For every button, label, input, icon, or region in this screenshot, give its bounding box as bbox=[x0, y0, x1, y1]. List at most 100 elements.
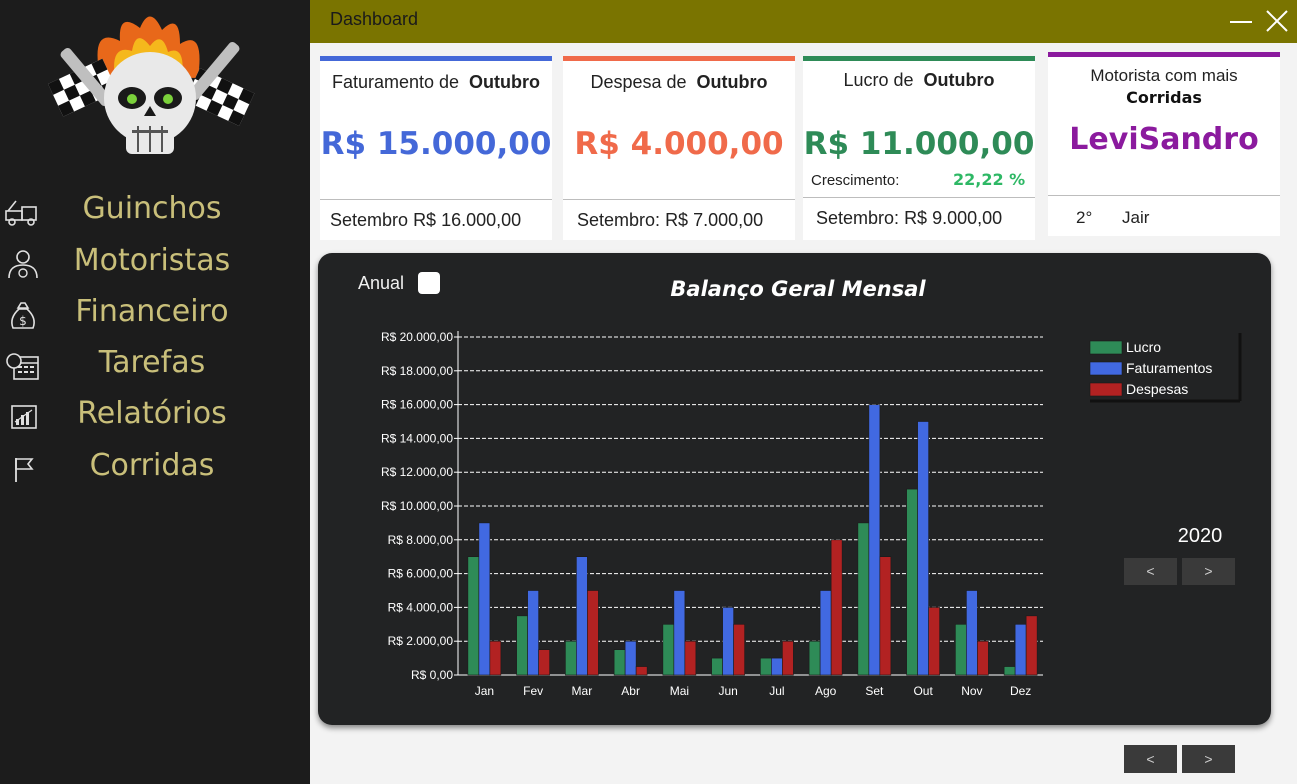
bar-faturamentos-nov bbox=[966, 590, 978, 676]
year-label: 2020 bbox=[1177, 525, 1223, 547]
card-heading-month: Outubro bbox=[469, 72, 541, 92]
legend-swatch-despesas bbox=[1089, 382, 1123, 397]
page-next-button[interactable]: > bbox=[1182, 745, 1235, 773]
bar-despesas-jul bbox=[782, 640, 794, 676]
bar-faturamentos-mar bbox=[576, 556, 588, 676]
bar-lucro-jun bbox=[711, 657, 723, 676]
top-driver-name: LeviSandro bbox=[1069, 122, 1259, 157]
card-heading: Faturamento de Outubro bbox=[320, 72, 552, 93]
bar-faturamentos-fev bbox=[527, 590, 539, 676]
revenue-card: Faturamento de Outubro R$ 15.000,00 Sete… bbox=[320, 56, 552, 240]
y-tick-label: R$ 2.000,00 bbox=[388, 634, 454, 648]
year-next-button[interactable]: > bbox=[1182, 558, 1235, 585]
window-title: Dashboard bbox=[330, 9, 419, 29]
card-heading: Despesa de Outubro bbox=[563, 72, 795, 93]
profit-value: R$ 11.000,00 bbox=[803, 126, 1035, 162]
x-tick-label: Dez bbox=[1010, 684, 1031, 698]
card-heading-month: Outubro bbox=[923, 70, 995, 90]
sidebar-item-guinchos[interactable]: Guinchos bbox=[0, 189, 310, 235]
bar-despesas-mar bbox=[587, 590, 599, 676]
previous-month-value: R$ 9.000,00 bbox=[904, 208, 1003, 228]
revenue-value: R$ 15.000,00 bbox=[320, 126, 552, 162]
card-accent-bar bbox=[1048, 52, 1280, 57]
bar-lucro-out bbox=[906, 488, 918, 676]
card-footer: Setembro: R$ 9.000,00 bbox=[816, 208, 1002, 229]
bar-faturamentos-jun bbox=[722, 607, 734, 676]
sidebar-item-tarefas[interactable]: Tarefas bbox=[0, 343, 310, 389]
sidebar-item-motoristas[interactable]: Motoristas bbox=[0, 241, 310, 287]
bar-faturamentos-jan bbox=[478, 522, 491, 676]
growth-value: 22,22 % bbox=[953, 170, 1026, 189]
y-tick-label: R$ 14.000,00 bbox=[381, 431, 453, 445]
x-tick-label: Jan bbox=[475, 684, 494, 698]
sidebar-item-label: Guinchos bbox=[82, 191, 222, 226]
driver-card-heading: Motorista com mais bbox=[1090, 66, 1238, 85]
bar-despesas-mai bbox=[684, 640, 697, 676]
bar-lucro-ago bbox=[808, 640, 821, 676]
card-divider bbox=[320, 199, 552, 200]
title-bar: Dashboard bbox=[310, 0, 1297, 43]
sidebar-item-label: Financeiro bbox=[75, 294, 229, 329]
bar-despesas-jun bbox=[733, 623, 745, 676]
y-tick-label: R$ 16.000,00 bbox=[381, 398, 453, 412]
sidebar-item-relatorios[interactable]: Relatórios bbox=[0, 394, 310, 440]
bar-faturamentos-mai bbox=[673, 590, 686, 676]
chart-panel: Anual Balanço Geral Mensal R$ 0,00 R$ 2.0… bbox=[318, 253, 1271, 725]
close-icon[interactable] bbox=[1264, 8, 1290, 34]
sidebar-item-financeiro[interactable]: $ Financeiro bbox=[0, 292, 310, 338]
y-tick-label: R$ 10.000,00 bbox=[381, 499, 453, 513]
bar-lucro-jan bbox=[467, 556, 480, 676]
sidebar-item-label: Relatórios bbox=[77, 396, 227, 431]
minimize-icon[interactable] bbox=[1228, 8, 1254, 34]
bar-despesas-abr bbox=[635, 666, 648, 676]
y-tick-label: R$ 18.000,00 bbox=[381, 364, 453, 378]
card-divider bbox=[803, 197, 1035, 198]
x-tick-label: Jun bbox=[718, 684, 737, 698]
card-heading-prefix: Faturamento de bbox=[331, 72, 460, 92]
x-tick-label: Jul bbox=[769, 684, 784, 698]
bar-despesas-nov bbox=[977, 640, 989, 676]
card-heading-prefix: Despesa de bbox=[590, 72, 687, 92]
x-tick-label: Ago bbox=[815, 684, 837, 698]
sidebar-item-corridas[interactable]: Corridas bbox=[0, 446, 310, 492]
card-footer: Setembro: R$ 7.000,00 bbox=[577, 210, 763, 231]
card-divider bbox=[1048, 195, 1280, 196]
bar-lucro-jul bbox=[760, 657, 772, 676]
x-tick-label: Fev bbox=[523, 684, 543, 698]
bar-lucro-nov bbox=[955, 623, 967, 676]
bar-chart: R$ 0,00 R$ 2.000,00 R$ 4.000,00 R$ 6.000,00… bbox=[381, 330, 1242, 698]
expense-card: Despesa de Outubro R$ 4.000,00 Setembro:… bbox=[563, 56, 795, 240]
previous-month-label: Setembro bbox=[330, 210, 409, 230]
page-prev-button[interactable]: < bbox=[1124, 745, 1177, 773]
second-driver-name: Jair bbox=[1122, 208, 1150, 227]
bar-faturamentos-out bbox=[917, 421, 929, 676]
profit-card: Lucro de Outubro R$ 11.000,00 Cresciment… bbox=[803, 56, 1035, 240]
card-accent-bar bbox=[563, 56, 795, 61]
previous-month-value: R$ 16.000,00 bbox=[413, 210, 522, 230]
bar-faturamentos-ago bbox=[819, 590, 832, 676]
card-accent-bar bbox=[320, 56, 552, 61]
bar-despesas-set bbox=[879, 556, 892, 676]
card-heading-prefix: Lucro de bbox=[843, 70, 914, 90]
y-tick-label: R$ 8.000,00 bbox=[388, 533, 454, 547]
bar-faturamentos-jul bbox=[771, 657, 783, 676]
card-footer: Setembro R$ 16.000,00 bbox=[330, 210, 521, 231]
y-tick-label: R$ 4.000,00 bbox=[388, 600, 454, 614]
y-tick-label: R$ 12.000,00 bbox=[381, 465, 453, 479]
bar-lucro-fev bbox=[516, 615, 528, 676]
previous-month-label: Setembro: bbox=[816, 208, 900, 228]
legend-label-faturamentos: Faturamentos bbox=[1126, 360, 1212, 376]
expense-value: R$ 4.000,00 bbox=[574, 126, 784, 162]
x-tick-label: Set bbox=[865, 684, 884, 698]
main-area: Dashboard Faturamento de Outubro R$ 15.0… bbox=[310, 0, 1297, 784]
bar-lucro-mai bbox=[662, 623, 675, 676]
card-divider bbox=[563, 199, 795, 200]
growth-label: Crescimento: bbox=[811, 172, 900, 189]
bar-lucro-set bbox=[857, 522, 870, 676]
year-prev-button[interactable]: < bbox=[1124, 558, 1177, 585]
bar-faturamentos-set bbox=[868, 404, 881, 676]
bar-lucro-mar bbox=[565, 640, 577, 676]
sidebar-item-label: Corridas bbox=[89, 448, 215, 483]
previous-month-value: R$ 7.000,00 bbox=[665, 210, 764, 230]
driver-card-subheading: Corridas bbox=[1126, 88, 1202, 107]
